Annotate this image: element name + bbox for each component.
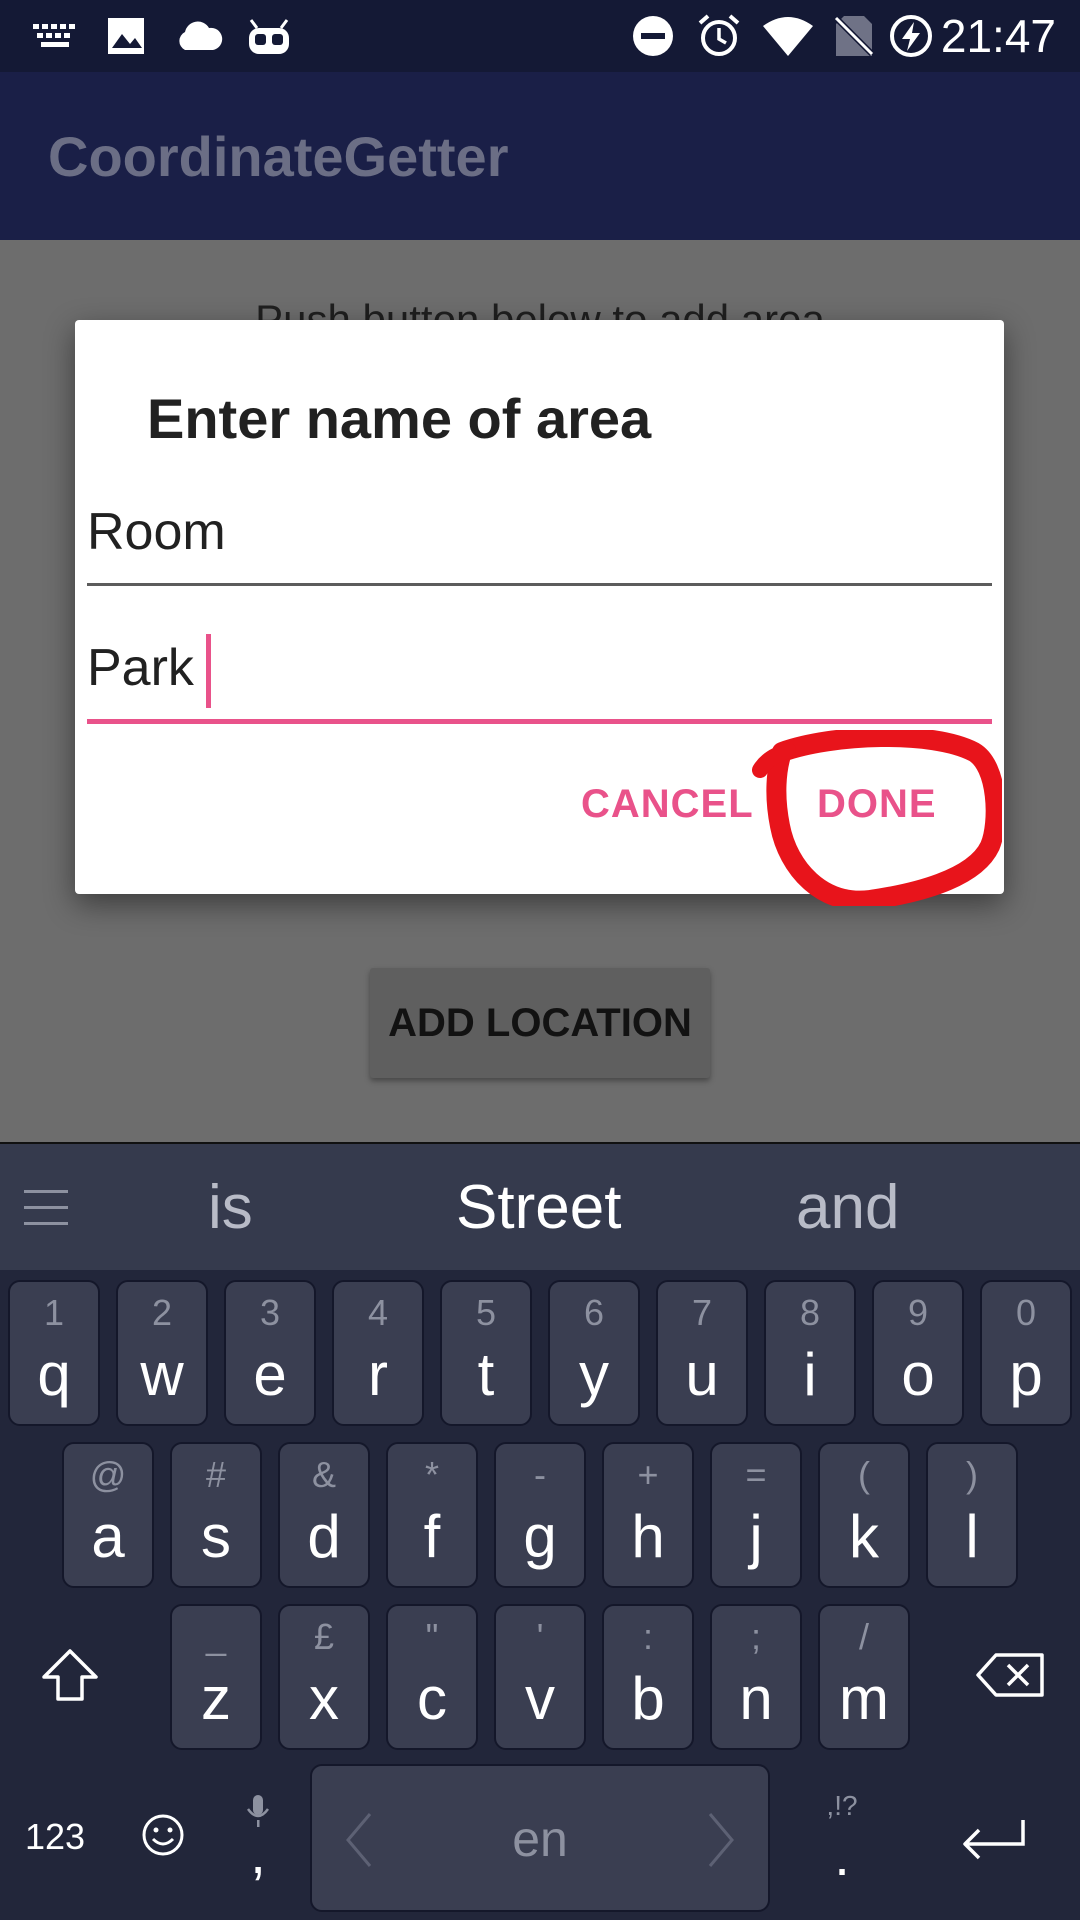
key-b[interactable]: :b xyxy=(602,1604,694,1750)
backspace-key[interactable] xyxy=(970,1640,1050,1710)
battery-charging-icon xyxy=(888,14,934,58)
alarm-icon xyxy=(694,14,744,58)
area-name-field-1[interactable]: Room xyxy=(87,490,992,586)
clock: 21:47 xyxy=(940,10,1056,62)
key-y[interactable]: 6y xyxy=(548,1280,640,1426)
backspace-icon xyxy=(976,1653,1044,1697)
suggestion-bar: is Street and xyxy=(0,1142,1080,1270)
key-m[interactable]: / m xyxy=(818,1604,910,1750)
numbers-key[interactable]: 123 xyxy=(20,1812,90,1862)
key-l[interactable]: ) l xyxy=(926,1442,1018,1588)
menu-icon[interactable] xyxy=(24,1188,68,1228)
key-g[interactable]: -g xyxy=(494,1442,586,1588)
space-key[interactable]: en xyxy=(310,1764,770,1912)
key-n[interactable]: ; n xyxy=(710,1604,802,1750)
key-r[interactable]: 4r xyxy=(332,1280,424,1426)
key-x[interactable]: £ x xyxy=(278,1604,370,1750)
chevron-right-icon xyxy=(708,1813,734,1867)
key-c[interactable]: " c xyxy=(386,1604,478,1750)
key-d[interactable]: & d xyxy=(278,1442,370,1588)
enter-key[interactable] xyxy=(955,1808,1035,1868)
smiley-icon xyxy=(142,1814,184,1856)
enter-arrow-icon xyxy=(963,1820,1025,1860)
dialog-title: Enter name of area xyxy=(147,387,652,450)
area-name-field-2[interactable]: Park xyxy=(87,618,992,724)
suggestion-3[interactable]: and xyxy=(796,1172,899,1243)
key-v[interactable]: ' v xyxy=(494,1604,586,1750)
emoji-key[interactable] xyxy=(138,1810,188,1860)
keyboard-icon xyxy=(30,14,80,58)
app-bar: CoordinateGetter xyxy=(0,72,1080,240)
suggestion-1[interactable]: is xyxy=(208,1172,253,1243)
cloud-icon xyxy=(172,14,224,58)
key-q[interactable]: 1q xyxy=(8,1280,100,1426)
app-title: CoordinateGetter xyxy=(48,125,509,188)
add-location-button[interactable]: ADD LOCATION xyxy=(370,968,710,1078)
suggestion-2[interactable]: Street xyxy=(456,1172,621,1243)
key-z[interactable]: _ z xyxy=(170,1604,262,1750)
field-1-value: Room xyxy=(87,503,226,561)
key-j[interactable]: = j xyxy=(710,1442,802,1588)
key-t[interactable]: 5t xyxy=(440,1280,532,1426)
language-label: en xyxy=(512,1811,568,1867)
no-sim-icon xyxy=(832,14,876,58)
key-h[interactable]: + h xyxy=(602,1442,694,1588)
key-f[interactable]: * f xyxy=(386,1442,478,1588)
shift-arrow-icon xyxy=(42,1649,98,1701)
status-bar: 21:47 xyxy=(0,0,1080,72)
key-i[interactable]: 8i xyxy=(764,1280,856,1426)
cyanogen-mascot-icon xyxy=(244,14,294,58)
key-s[interactable]: # s xyxy=(170,1442,262,1588)
key-k[interactable]: (k xyxy=(818,1442,910,1588)
key-w[interactable]: 2w xyxy=(116,1280,208,1426)
key-e[interactable]: 3e xyxy=(224,1280,316,1426)
comma-key[interactable]: , xyxy=(236,1776,280,1896)
key-o[interactable]: 9o xyxy=(872,1280,964,1426)
key-a[interactable]: @ a xyxy=(62,1442,154,1588)
shift-key[interactable] xyxy=(30,1640,110,1710)
period-key[interactable]: ,!? . xyxy=(820,1776,864,1896)
text-cursor xyxy=(205,634,211,708)
key-u[interactable]: 7u xyxy=(656,1280,748,1426)
image-icon xyxy=(104,14,148,58)
field-2-value: Park xyxy=(87,639,194,697)
do-not-disturb-icon xyxy=(630,14,676,58)
cancel-button[interactable]: CANCEL xyxy=(581,782,754,827)
highlight-annotation xyxy=(752,730,1002,906)
key-p[interactable]: 0p xyxy=(980,1280,1072,1426)
wifi-icon xyxy=(760,14,816,58)
